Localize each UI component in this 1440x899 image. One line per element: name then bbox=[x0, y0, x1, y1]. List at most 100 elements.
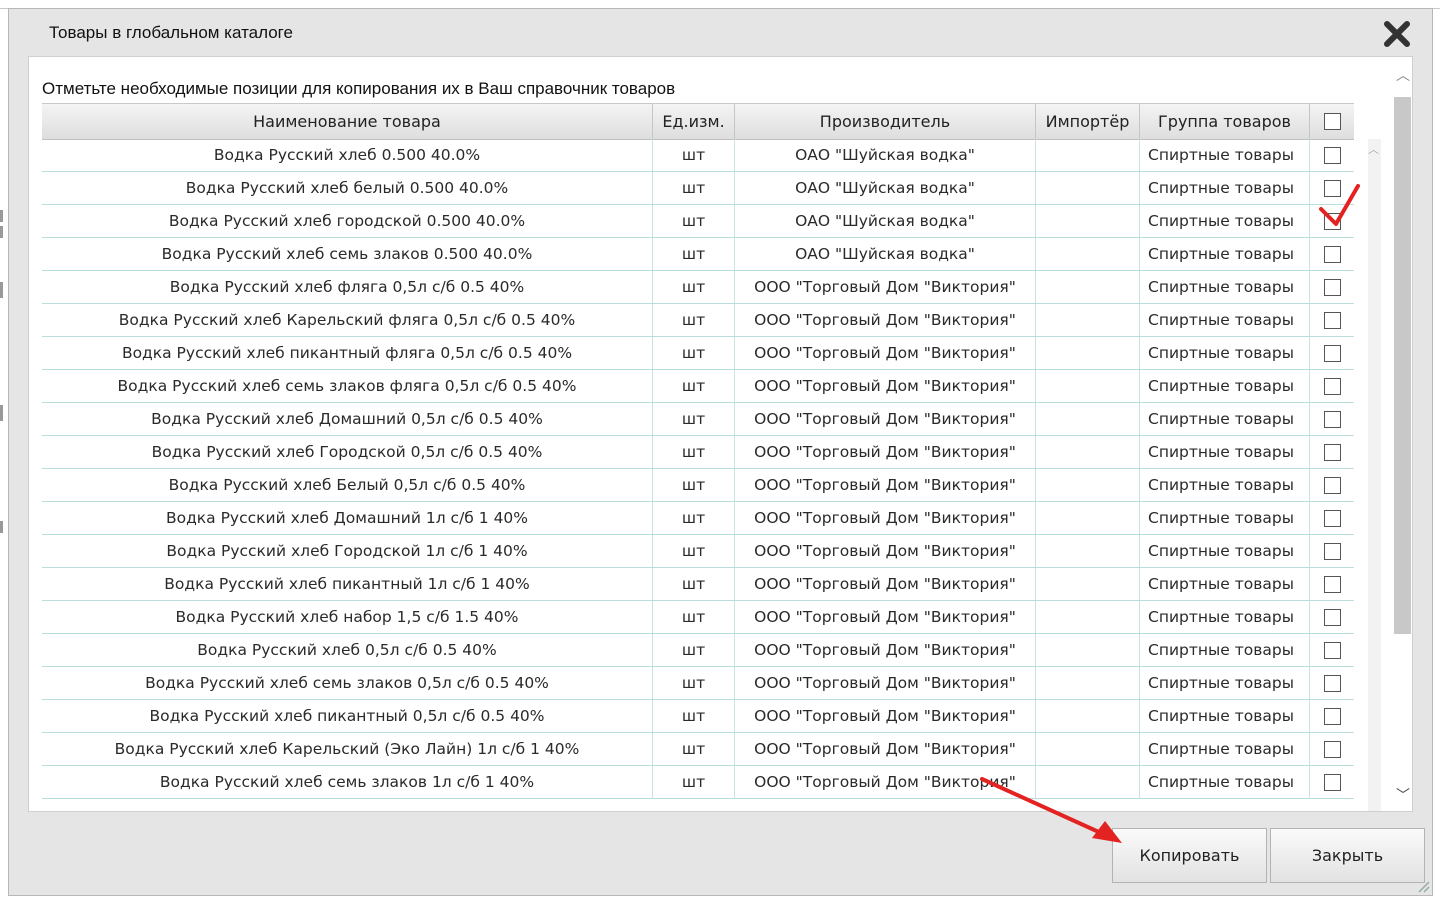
column-header-name[interactable]: Наименование товара bbox=[42, 104, 653, 139]
cell-name: Водка Русский хлеб Карельский фляга 0,5л… bbox=[42, 304, 653, 336]
table-row[interactable]: Водка Русский хлеб городской 0.500 40.0%… bbox=[42, 205, 1354, 238]
row-checkbox[interactable] bbox=[1323, 476, 1341, 494]
table-row[interactable]: Водка Русский хлеб Домашний 0,5л с/б 0.5… bbox=[42, 403, 1354, 436]
cell-checkbox bbox=[1310, 634, 1354, 666]
cell-manufacturer: ООО "Торговый Дом "Виктория" bbox=[735, 766, 1036, 798]
chevron-down-icon[interactable]: ﹀ bbox=[1396, 785, 1410, 805]
cell-manufacturer: ООО "Торговый Дом "Виктория" bbox=[735, 568, 1036, 600]
cell-importer bbox=[1036, 634, 1140, 666]
cell-group: Спиртные товары bbox=[1140, 205, 1310, 237]
row-checkbox[interactable] bbox=[1323, 575, 1341, 593]
row-checkbox[interactable] bbox=[1323, 773, 1341, 791]
cell-name: Водка Русский хлеб семь злаков 0.500 40.… bbox=[42, 238, 653, 270]
table-row[interactable]: Водка Русский хлеб Карельский фляга 0,5л… bbox=[42, 304, 1354, 337]
column-header-manufacturer[interactable]: Производитель bbox=[735, 104, 1036, 139]
table-row[interactable]: Водка Русский хлеб Городской 0,5л с/б 0.… bbox=[42, 436, 1354, 469]
table-row[interactable]: Водка Русский хлеб набор 1,5 с/б 1.5 40%… bbox=[42, 601, 1354, 634]
row-checkbox[interactable] bbox=[1323, 641, 1341, 659]
row-checkbox-checked[interactable] bbox=[1323, 212, 1341, 230]
row-checkbox[interactable] bbox=[1323, 377, 1341, 395]
cell-unit: шт bbox=[653, 601, 735, 633]
table-row[interactable]: Водка Русский хлеб Домашний 1л с/б 1 40%… bbox=[42, 502, 1354, 535]
table-row[interactable]: Водка Русский хлеб семь злаков 0.500 40.… bbox=[42, 238, 1354, 271]
inner-scroll-track[interactable]: ︿ bbox=[1368, 139, 1381, 811]
cell-manufacturer: ООО "Торговый Дом "Виктория" bbox=[735, 535, 1036, 567]
cell-importer bbox=[1036, 700, 1140, 732]
chevron-up-icon[interactable]: ︿ bbox=[1396, 65, 1410, 85]
column-header-group[interactable]: Группа товаров bbox=[1140, 104, 1310, 139]
cell-manufacturer: ОАО "Шуйская водка" bbox=[735, 205, 1036, 237]
cell-unit: шт bbox=[653, 535, 735, 567]
background-artifact bbox=[0, 521, 3, 533]
cell-name: Водка Русский хлеб семь злаков 1л с/б 1 … bbox=[42, 766, 653, 798]
cell-checkbox bbox=[1310, 502, 1354, 534]
cell-name: Водка Русский хлеб городской 0.500 40.0% bbox=[42, 205, 653, 237]
resize-grip-icon[interactable] bbox=[1416, 879, 1430, 893]
vertical-scrollbar[interactable]: ︿ ﹀ bbox=[1392, 57, 1412, 811]
cell-unit: шт bbox=[653, 634, 735, 666]
cell-name: Водка Русский хлеб Белый 0,5л с/б 0.5 40… bbox=[42, 469, 653, 501]
cell-importer bbox=[1036, 535, 1140, 567]
row-checkbox[interactable] bbox=[1323, 509, 1341, 527]
cell-manufacturer: ОАО "Шуйская водка" bbox=[735, 238, 1036, 270]
cell-importer bbox=[1036, 667, 1140, 699]
copy-button[interactable]: Копировать bbox=[1112, 828, 1267, 883]
row-checkbox[interactable] bbox=[1323, 707, 1341, 725]
row-checkbox[interactable] bbox=[1323, 542, 1341, 560]
cell-group: Спиртные товары bbox=[1140, 634, 1310, 666]
cell-name: Водка Русский хлеб Городской 0,5л с/б 0.… bbox=[42, 436, 653, 468]
cell-name: Водка Русский хлеб пикантный фляга 0,5л … bbox=[42, 337, 653, 369]
row-checkbox[interactable] bbox=[1323, 344, 1341, 362]
dialog-content: Отметьте необходимые позиции для копиров… bbox=[28, 56, 1413, 812]
background-artifact bbox=[0, 282, 3, 298]
cell-checkbox bbox=[1310, 766, 1354, 798]
table-row[interactable]: Водка Русский хлеб пикантный фляга 0,5л … bbox=[42, 337, 1354, 370]
cell-unit: шт bbox=[653, 403, 735, 435]
table-row[interactable]: Водка Русский хлеб белый 0.500 40.0% шт ОА… bbox=[42, 172, 1354, 205]
cell-unit: шт bbox=[653, 733, 735, 765]
table-row[interactable]: Водка Русский хлеб Городской 1л с/б 1 40… bbox=[42, 535, 1354, 568]
column-header-importer[interactable]: Импортёр bbox=[1036, 104, 1140, 139]
row-checkbox[interactable] bbox=[1323, 146, 1341, 164]
cell-manufacturer: ООО "Торговый Дом "Виктория" bbox=[735, 436, 1036, 468]
table-row[interactable]: Водка Русский хлеб пикантный 0,5л с/б 0.… bbox=[42, 700, 1354, 733]
cell-importer bbox=[1036, 304, 1140, 336]
chevron-up-icon[interactable]: ︿ bbox=[1368, 141, 1379, 157]
row-checkbox[interactable] bbox=[1323, 278, 1341, 296]
row-checkbox[interactable] bbox=[1323, 608, 1341, 626]
cell-unit: шт bbox=[653, 205, 735, 237]
row-checkbox[interactable] bbox=[1323, 245, 1341, 263]
table-row[interactable]: Водка Русский хлеб семь злаков 1л с/б 1 … bbox=[42, 766, 1354, 799]
cell-manufacturer: ООО "Торговый Дом "Виктория" bbox=[735, 469, 1036, 501]
table-row[interactable]: Водка Русский хлеб пикантный 1л с/б 1 40… bbox=[42, 568, 1354, 601]
table-row[interactable]: Водка Русский хлеб 0.500 40.0% шт ОАО "Шуй… bbox=[42, 139, 1354, 172]
close-button[interactable]: Закрыть bbox=[1270, 828, 1425, 883]
row-checkbox[interactable] bbox=[1323, 311, 1341, 329]
table-row[interactable]: Водка Русский хлеб Карельский (Эко Лайн)… bbox=[42, 733, 1354, 766]
table-row[interactable]: Водка Русский хлеб 0,5л с/б 0.5 40% шт ООО… bbox=[42, 634, 1354, 667]
cell-manufacturer: ООО "Торговый Дом "Виктория" bbox=[735, 700, 1036, 732]
table-row[interactable]: Водка Русский хлеб фляга 0,5л с/б 0.5 40… bbox=[42, 271, 1354, 304]
row-checkbox[interactable] bbox=[1323, 179, 1341, 197]
table-row[interactable]: Водка Русский хлеб Белый 0,5л с/б 0.5 40… bbox=[42, 469, 1354, 502]
row-checkbox[interactable] bbox=[1323, 674, 1341, 692]
column-header-unit[interactable]: Ед.изм. bbox=[653, 104, 735, 139]
cell-importer bbox=[1036, 733, 1140, 765]
dialog-title: Товары в глобальном каталоге bbox=[49, 23, 293, 42]
catalog-dialog: Товары в глобальном каталоге Отметьте не… bbox=[8, 8, 1433, 896]
row-checkbox[interactable] bbox=[1323, 410, 1341, 428]
cell-group: Спиртные товары bbox=[1140, 535, 1310, 567]
table-row[interactable]: Водка Русский хлеб семь злаков 0,5л с/б … bbox=[42, 667, 1354, 700]
cell-name: Водка Русский хлеб белый 0.500 40.0% bbox=[42, 172, 653, 204]
cell-name: Водка Русский хлеб фляга 0,5л с/б 0.5 40… bbox=[42, 271, 653, 303]
select-all-checkbox[interactable] bbox=[1323, 113, 1341, 130]
cell-manufacturer: ООО "Торговый Дом "Виктория" bbox=[735, 403, 1036, 435]
scroll-thumb[interactable] bbox=[1394, 97, 1411, 634]
cell-name: Водка Русский хлеб Домашний 1л с/б 1 40% bbox=[42, 502, 653, 534]
close-x-icon[interactable] bbox=[1380, 17, 1414, 51]
row-checkbox[interactable] bbox=[1323, 740, 1341, 758]
cell-name: Водка Русский хлеб пикантный 0,5л с/б 0.… bbox=[42, 700, 653, 732]
cell-unit: шт bbox=[653, 172, 735, 204]
table-row[interactable]: Водка Русский хлеб семь злаков фляга 0,5… bbox=[42, 370, 1354, 403]
row-checkbox[interactable] bbox=[1323, 443, 1341, 461]
